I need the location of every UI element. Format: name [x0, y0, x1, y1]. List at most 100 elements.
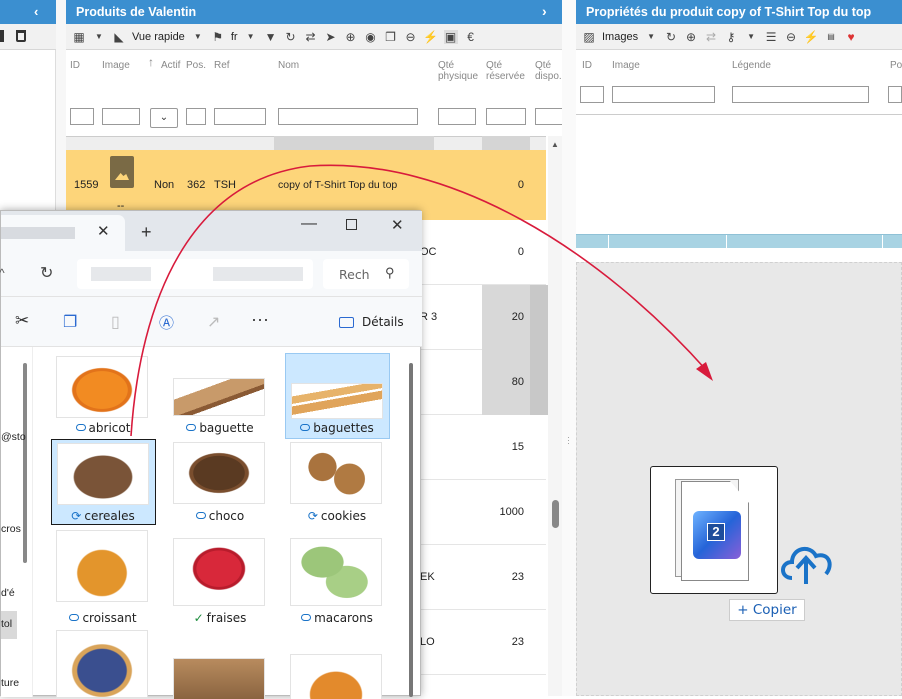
filter-id-input[interactable]	[70, 108, 94, 125]
chart-icon[interactable]: ◣	[112, 30, 126, 44]
filter-nom-input[interactable]	[278, 108, 418, 125]
explorer-tab[interactable]: ✕	[1, 215, 125, 251]
scroll-up-icon[interactable]: ▲	[551, 140, 559, 149]
filter-pos-input[interactable]	[186, 108, 206, 125]
more-icon[interactable]: ···	[251, 309, 269, 330]
maximize-icon[interactable]	[346, 219, 357, 230]
caret-down-icon[interactable]: ▼	[92, 30, 106, 44]
rename-icon[interactable]: Ⓐ	[159, 312, 174, 333]
file-tile[interactable]	[51, 529, 156, 615]
col-pos[interactable]: Pos.	[186, 60, 206, 71]
caret-down-icon[interactable]: ▼	[744, 30, 758, 44]
col-ref[interactable]: Ref	[214, 60, 230, 71]
col-id[interactable]: ID	[70, 60, 80, 71]
image-placeholder-icon[interactable]	[110, 156, 134, 188]
caret-down-icon[interactable]: ▼	[244, 30, 258, 44]
remove-circle-icon[interactable]: ⊖	[784, 30, 798, 44]
image-icon[interactable]: ▨	[582, 30, 596, 44]
heart-icon[interactable]: ♥	[844, 30, 858, 44]
cut-icon[interactable]: ✂	[15, 311, 29, 331]
file-tile[interactable]	[285, 629, 390, 699]
paste-icon[interactable]: ▯	[111, 312, 120, 332]
details-button[interactable]: Détails	[362, 315, 404, 329]
prop-filter-id-input[interactable]	[580, 86, 604, 103]
close-window-icon[interactable]: ✕	[391, 216, 404, 234]
flag-icon[interactable]: ⚑	[211, 30, 225, 44]
prop-filter-legende-input[interactable]	[732, 86, 869, 103]
nav-item[interactable]: ture	[1, 677, 19, 689]
file-label[interactable]: abricot	[48, 421, 158, 435]
filter-actif-select[interactable]: ⌄	[150, 108, 178, 128]
refresh-icon[interactable]: ↻	[664, 30, 678, 44]
swap-icon[interactable]: ⇄	[304, 30, 318, 44]
nav-item-selected[interactable]: tol	[1, 611, 17, 639]
key-icon[interactable]: ⚷	[724, 30, 738, 44]
prop-col-image[interactable]: Image	[612, 60, 640, 71]
content-scrollbar[interactable]	[409, 363, 413, 697]
euro-icon[interactable]: €	[464, 30, 478, 44]
prop-col-legende[interactable]: Légende	[732, 60, 771, 71]
copy-icon[interactable]: ❐	[384, 30, 398, 44]
caret-down-icon[interactable]: ▼	[191, 30, 205, 44]
refresh-icon[interactable]: ↻	[40, 263, 53, 283]
file-tile[interactable]	[168, 529, 273, 615]
csv-icon[interactable]: ▤	[824, 30, 838, 44]
chevron-right-icon[interactable]: ›	[542, 3, 547, 19]
nav-item[interactable]: cros	[1, 523, 21, 535]
add-circle-icon[interactable]: ⊕	[344, 30, 358, 44]
new-tab-icon[interactable]: +	[141, 222, 152, 243]
search-box[interactable]: Rech ⚲	[323, 259, 409, 289]
swap-icon[interactable]: ⇄	[704, 30, 718, 44]
file-tile[interactable]	[168, 629, 273, 699]
details-pane-icon[interactable]	[339, 317, 354, 328]
nav-item[interactable]: d'é	[1, 587, 15, 599]
up-arrow-icon[interactable]: ^	[0, 266, 5, 280]
col-nom[interactable]: Nom	[278, 60, 299, 71]
file-tile[interactable]	[51, 629, 156, 697]
prop-filter-position-input[interactable]	[888, 86, 902, 103]
close-tab-icon[interactable]: ✕	[97, 222, 110, 240]
filter-image-input[interactable]	[102, 108, 140, 125]
col-qte-dispo[interactable]: Qté dispo.	[535, 60, 562, 82]
file-label[interactable]: choco	[165, 509, 275, 523]
chevron-left-icon[interactable]: ‹	[34, 4, 38, 19]
file-label[interactable]: ⟳ cereales	[48, 509, 158, 523]
col-actif[interactable]: Actif	[161, 60, 180, 71]
file-label[interactable]: baguette	[165, 421, 275, 435]
products-scrollbar[interactable]: ▲	[548, 136, 562, 696]
add-circle-icon[interactable]: ⊕	[684, 30, 698, 44]
images-select[interactable]: Images	[602, 31, 638, 43]
address-bar[interactable]	[77, 259, 313, 289]
folder-add-icon[interactable]: ▣	[443, 29, 458, 44]
prop-col-position[interactable]: Po	[890, 60, 902, 71]
prop-col-id[interactable]: ID	[582, 60, 592, 71]
globe-icon[interactable]: ◉	[364, 30, 378, 44]
list-icon[interactable]: ☰	[764, 30, 778, 44]
trash-icon[interactable]	[16, 30, 26, 42]
filter-qte-physique-input[interactable]	[438, 108, 476, 125]
nav-item[interactable]: @sto	[1, 431, 26, 443]
minimize-icon[interactable]: —	[301, 215, 317, 233]
file-label[interactable]: ⟳ cookies	[282, 509, 392, 523]
file-explorer-window[interactable]: ✕ + — ✕ ^ ↻ Rech ⚲ ✂ ❐ ▯ Ⓐ ↗ ··· Détails…	[0, 210, 422, 699]
cursor-icon[interactable]: ➤	[324, 30, 338, 44]
file-label[interactable]: baguettes	[282, 421, 392, 435]
file-label[interactable]: ✓ fraises	[165, 611, 275, 625]
col-image[interactable]: Image	[102, 60, 130, 71]
share-icon[interactable]: ↗	[207, 312, 220, 332]
splitter-right[interactable]: · · ·	[562, 0, 576, 696]
lang-select[interactable]: fr	[231, 31, 238, 43]
col-qte-reservee[interactable]: Qté réservée	[486, 60, 525, 82]
copy-icon[interactable]: ❐	[63, 312, 77, 332]
remove-circle-icon[interactable]: ⊖	[404, 30, 418, 44]
file-label[interactable]: macarons	[282, 611, 392, 625]
quick-view-button[interactable]: Vue rapide	[132, 31, 185, 43]
filter-ref-input[interactable]	[214, 108, 266, 125]
filter-icon[interactable]: ▼	[264, 30, 278, 44]
scrollbar-thumb[interactable]	[552, 500, 559, 528]
filter-qte-dispo-input[interactable]	[535, 108, 565, 125]
col-qte-physique[interactable]: Qté physique	[438, 60, 478, 82]
bolt-icon[interactable]: ⚡	[423, 30, 438, 44]
prop-filter-image-input[interactable]	[612, 86, 715, 103]
file-tile[interactable]	[285, 529, 390, 615]
